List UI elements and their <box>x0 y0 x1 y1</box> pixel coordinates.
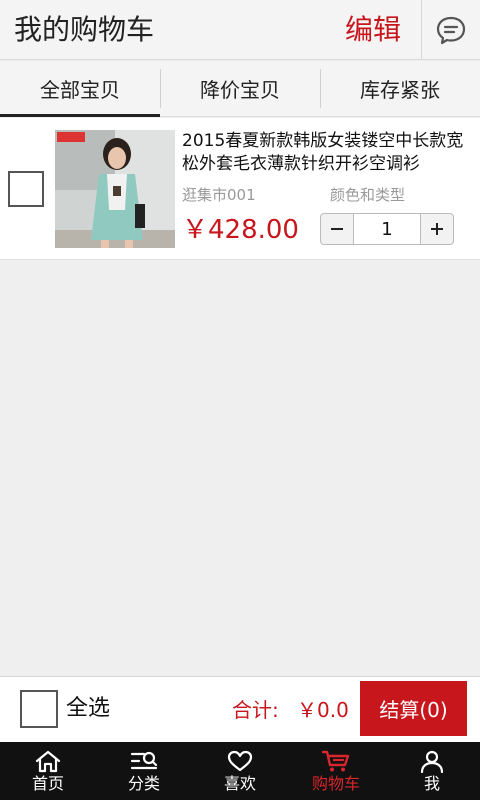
nav-item-category[interactable]: 分类 <box>96 742 192 800</box>
chat-bubble-icon <box>436 16 466 45</box>
total-amount: ￥0.0 <box>297 698 349 722</box>
nav-item-home[interactable]: 首页 <box>0 742 96 800</box>
checkout-button[interactable]: 结算(0) <box>360 681 467 736</box>
tab-price-drop[interactable]: 降价宝贝 <box>160 61 320 116</box>
decrease-quantity-button[interactable] <box>320 213 354 245</box>
nav-label-favorites: 喜欢 <box>223 774 256 793</box>
nav-item-cart[interactable]: 购物车 <box>288 742 384 800</box>
plus-icon <box>431 223 443 235</box>
product-price: ￥428.00 <box>182 215 299 245</box>
nav-label-category: 分类 <box>127 774 160 793</box>
bottom-nav: 首页 分类 喜欢 购物车 我 <box>0 742 480 800</box>
quantity-stepper: 1 <box>320 213 454 245</box>
cart-filter-tabs: 全部宝贝 降价宝贝 库存紧张 <box>0 61 480 117</box>
heart-icon <box>227 750 253 772</box>
tab-low-stock[interactable]: 库存紧张 <box>320 61 480 116</box>
product-thumbnail[interactable] <box>55 130 175 248</box>
select-all-label[interactable]: 全选 <box>66 694 110 724</box>
category-search-icon <box>130 751 158 770</box>
nav-label-me: 我 <box>423 774 440 793</box>
edit-button[interactable]: 编辑 <box>345 12 401 48</box>
variant-label[interactable]: 颜色和类型 <box>330 184 405 205</box>
nav-item-favorites[interactable]: 喜欢 <box>192 742 288 800</box>
nav-label-home: 首页 <box>31 774 64 793</box>
page-title: 我的购物车 <box>14 13 155 46</box>
quantity-input[interactable]: 1 <box>354 213 420 245</box>
nav-label-cart: 购物车 <box>311 774 360 793</box>
shop-name: 逛集市001 <box>182 186 256 204</box>
home-icon <box>35 750 61 773</box>
item-checkbox[interactable] <box>8 171 44 207</box>
cart-icon <box>321 750 350 772</box>
minus-icon <box>331 228 343 230</box>
product-photo-icon <box>55 130 175 248</box>
select-all-checkbox[interactable] <box>20 690 58 728</box>
product-title[interactable]: 2015春夏新款韩版女装镂空中长款宽松外套毛衣薄款针织开衫空调衫 <box>182 130 474 176</box>
message-button[interactable] <box>421 0 480 60</box>
user-icon <box>420 750 444 773</box>
app-header: 我的购物车 编辑 <box>0 0 480 60</box>
nav-item-me[interactable]: 我 <box>384 742 480 800</box>
total-label: 合计: <box>232 698 279 722</box>
tab-all-items[interactable]: 全部宝贝 <box>0 61 160 117</box>
increase-quantity-button[interactable] <box>420 213 454 245</box>
